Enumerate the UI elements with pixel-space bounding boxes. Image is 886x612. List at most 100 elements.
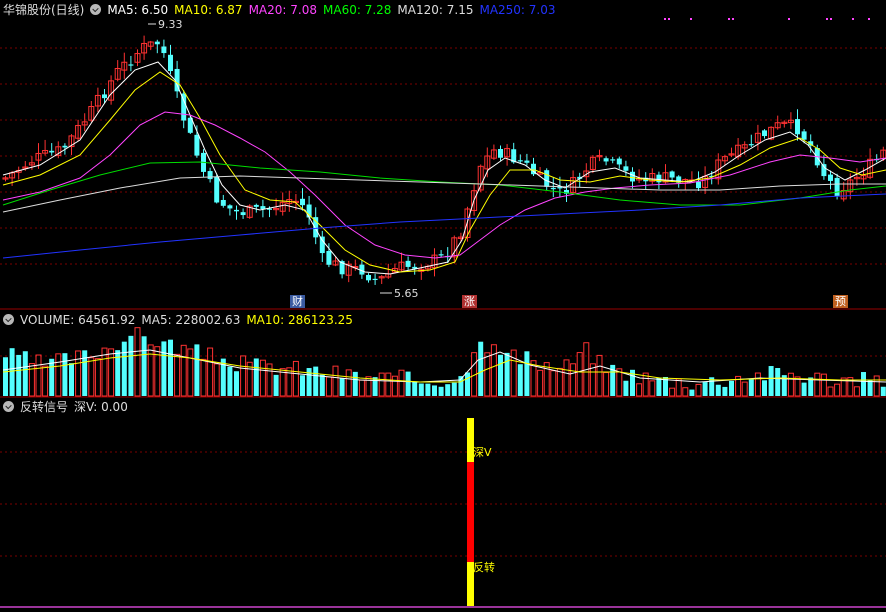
volume-bar	[207, 347, 214, 397]
volume-bar	[623, 380, 629, 396]
volume-bar	[675, 378, 682, 397]
volume-bar	[504, 352, 510, 396]
settings-circle-icon[interactable]	[3, 401, 14, 412]
volume-bar	[352, 371, 358, 396]
candle-body	[128, 64, 134, 66]
ma10-line	[2, 71, 886, 273]
volume-bar	[517, 364, 523, 396]
signal-dot	[852, 18, 854, 20]
volume-bar	[55, 353, 62, 397]
volume-bar	[82, 350, 88, 396]
ma120-line	[2, 175, 886, 213]
volume-bar	[3, 357, 8, 396]
volume-bar	[42, 365, 49, 397]
volume-bar	[273, 374, 279, 396]
volume-bar	[213, 363, 220, 397]
volume-bar	[147, 344, 154, 397]
volume-bar	[300, 375, 305, 396]
settings-circle-icon[interactable]	[90, 4, 102, 15]
volume-pane: VOLUME: 64561.92 MA5: 228002.63 MA10: 2861…	[0, 310, 886, 398]
volume-bar	[425, 383, 431, 396]
forecast-tag[interactable]: 预	[833, 295, 848, 308]
ma-label-2: MA20: 7.08	[248, 3, 317, 17]
volume-bar	[814, 372, 821, 397]
volume-bar	[22, 351, 28, 396]
volume-bar	[168, 339, 173, 396]
volume-bar	[35, 354, 42, 397]
volume-bar	[405, 371, 411, 396]
volume-bar	[768, 366, 774, 396]
signal-dot	[690, 18, 692, 20]
volume-bar	[867, 380, 873, 396]
signal-dot	[868, 18, 870, 20]
ma60-line	[2, 161, 886, 206]
candle-body	[603, 158, 609, 162]
price-header: 华锦股份(日线) MA5: 6.50 MA10: 6.87 MA20: 7.08 MA6…	[0, 1, 568, 19]
candle-body	[220, 199, 226, 206]
volume-bar	[319, 374, 325, 396]
candle-body	[762, 130, 767, 137]
candle-body	[214, 176, 220, 203]
volume-bar	[695, 383, 702, 397]
volume-bar	[141, 336, 147, 396]
signal-title: 反转信号	[20, 400, 69, 414]
finance-tag[interactable]: 财	[290, 295, 305, 308]
volume-bar	[332, 365, 339, 397]
volume-header: VOLUME: 64561.92 MA5: 228002.63 MA10: 2861…	[0, 311, 359, 329]
candle-body	[154, 41, 160, 45]
candle-body	[795, 119, 800, 135]
settings-circle-icon[interactable]	[3, 314, 14, 325]
volume-bar	[702, 382, 708, 396]
volume-bar	[729, 380, 734, 396]
volume-bar	[69, 363, 74, 396]
signal-red-bar	[467, 462, 474, 562]
volume-bar	[827, 386, 834, 397]
volume-bar	[748, 379, 754, 396]
candle-body	[438, 254, 444, 256]
volume-bar	[306, 368, 312, 396]
candle-body	[366, 274, 371, 281]
candle-body	[696, 181, 701, 189]
volume-bar	[358, 379, 365, 397]
price-pane: 华锦股份(日线) MA5: 6.50 MA10: 6.87 MA20: 7.08 MA6…	[0, 0, 886, 310]
volume-bar	[16, 354, 22, 396]
volume-bar	[596, 354, 603, 397]
volume-bar	[75, 350, 82, 397]
volume-bar	[498, 354, 503, 396]
limit-up-tag[interactable]: 涨	[462, 295, 477, 308]
volume-bar	[227, 366, 233, 396]
signal-pane: 反转信号 深V: 0.00 深V 反转	[0, 398, 886, 612]
candle-body	[834, 177, 840, 196]
candle-body	[181, 93, 187, 121]
volume-bar	[715, 384, 721, 396]
signal-header: 反转信号 深V: 0.00	[0, 398, 134, 416]
signal-dot	[788, 18, 790, 20]
candle-body	[405, 260, 411, 267]
volume-bar	[161, 341, 167, 396]
volume-bar	[325, 376, 332, 397]
volume-value: VOLUME: 64561.92	[20, 313, 136, 327]
stock-title: 华锦股份(日线)	[3, 3, 85, 17]
ma-label-4: MA120: 7.15	[397, 3, 474, 17]
signal-dot	[668, 18, 670, 20]
ma-label-0: MA5: 6.50	[107, 3, 169, 17]
candle-body	[550, 187, 556, 190]
volume-bar	[524, 351, 530, 396]
candle-body	[161, 46, 167, 54]
volume-bar	[616, 368, 623, 397]
volume-bar	[754, 372, 761, 397]
volume-bar	[194, 344, 200, 396]
candle-body	[313, 217, 319, 238]
volume-bar	[62, 353, 68, 396]
volume-bar	[345, 369, 352, 397]
volume-bar	[445, 384, 451, 396]
volume-bar	[861, 372, 866, 396]
candle-body	[517, 160, 523, 162]
volume-bar	[378, 372, 385, 397]
deep-v-label: 深V	[473, 446, 492, 459]
volume-bar	[398, 369, 405, 397]
volume-bar	[174, 353, 181, 397]
volume-ma10: MA10: 286123.25	[246, 313, 353, 327]
volume-bar	[438, 386, 444, 396]
ma-label-1: MA10: 6.87	[174, 3, 243, 17]
